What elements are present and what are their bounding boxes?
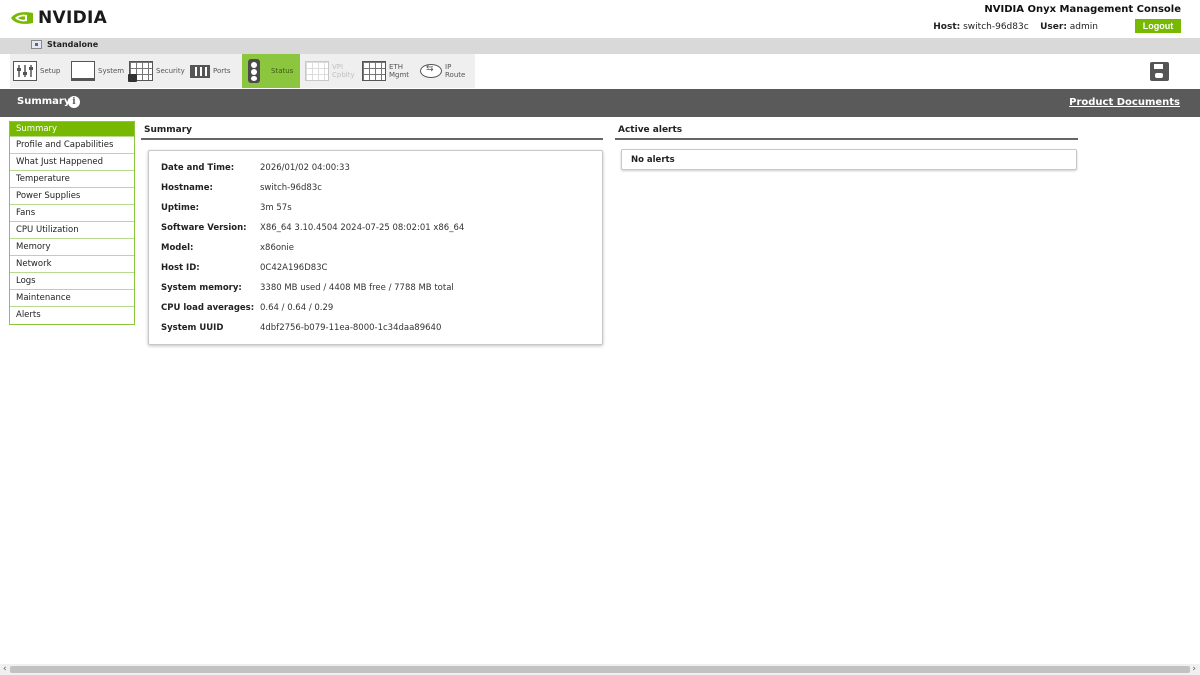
brand-name: NVIDIA [38, 8, 108, 28]
row-key: Date and Time: [161, 163, 235, 173]
row-value: 0C42A196D83C [260, 263, 328, 273]
security-icon [128, 61, 153, 82]
row-key: Hostname: [161, 183, 213, 193]
row-value: switch-96d83c [260, 183, 322, 193]
scroll-right-icon[interactable]: › [1192, 664, 1196, 675]
ports-icon [190, 64, 210, 78]
eth-mgmt-icon [362, 61, 386, 81]
scrollbar-thumb[interactable] [10, 666, 1190, 673]
mode-label: Standalone [47, 40, 99, 49]
tab-status[interactable]: Status [242, 54, 300, 88]
row-value: x86onie [260, 243, 295, 253]
save-icon[interactable] [1150, 62, 1169, 81]
tab-vpi-capability[interactable]: VPI Cpblty [305, 54, 355, 88]
main-toolbar: Setup System Security Ports Status VPI C… [0, 54, 1200, 88]
tab-label: Security [156, 67, 185, 75]
host-label: Host: [933, 22, 961, 32]
row-value: 3m 57s [260, 203, 292, 213]
mode-strip: Standalone [0, 38, 1200, 54]
sidebar-item-network[interactable]: Network [10, 256, 134, 273]
row-value: 0.64 / 0.64 / 0.29 [260, 303, 334, 313]
sidebar-item-temperature[interactable]: Temperature [10, 171, 134, 188]
system-icon [71, 61, 95, 81]
row-value: 4dbf2756-b079-11ea-8000-1c34daa89640 [260, 323, 442, 333]
product-documents-link[interactable]: Product Documents [1069, 97, 1180, 108]
row-key: CPU load averages: [161, 303, 255, 313]
tab-ip-route[interactable]: IP Route [420, 54, 465, 88]
user-value: admin [1069, 22, 1098, 32]
vpi-icon [305, 61, 329, 81]
tab-eth-mgmt[interactable]: ETH Mgmt [362, 54, 409, 88]
scroll-left-icon[interactable]: ‹ [3, 664, 7, 675]
sidebar-item-profile-and-capabilities[interactable]: Profile and Capabilities [10, 137, 134, 154]
row-value: 3380 MB used / 4408 MB free / 7788 MB to… [260, 283, 454, 293]
traffic-light-icon [248, 59, 260, 83]
tab-label: Ports [213, 67, 231, 75]
row-key: Model: [161, 243, 194, 253]
sidebar-item-logs[interactable]: Logs [10, 273, 134, 290]
sidebar-item-cpu-utilization[interactable]: CPU Utilization [10, 222, 134, 239]
tab-system[interactable]: System [71, 54, 124, 88]
alerts-card: No alerts [621, 149, 1077, 170]
sidebar-item-summary[interactable]: Summary [10, 122, 134, 137]
info-icon[interactable]: i [68, 96, 80, 108]
alerts-divider [615, 138, 1078, 140]
row-key: Host ID: [161, 263, 200, 273]
row-key: System memory: [161, 283, 242, 293]
setup-icon [13, 61, 37, 81]
tab-label: ETH Mgmt [389, 63, 410, 79]
sidebar-item-fans[interactable]: Fans [10, 205, 134, 222]
sidebar-item-maintenance[interactable]: Maintenance [10, 290, 134, 307]
tab-setup[interactable]: Setup [13, 54, 60, 88]
alerts-heading: Active alerts [618, 125, 683, 135]
summary-card: Date and Time: 2026/01/02 04:00:33 Hostn… [148, 150, 603, 345]
section-header: Summary i Product Documents [0, 89, 1200, 117]
user-label: User: [1040, 22, 1067, 32]
tab-label: System [98, 67, 125, 75]
tab-security[interactable]: Security [128, 54, 185, 88]
section-title: Summary [17, 96, 71, 107]
tab-label: IP Route [445, 63, 466, 79]
summary-divider [141, 138, 603, 140]
switch-icon [31, 40, 42, 49]
row-key: Uptime: [161, 203, 199, 213]
tab-label: Status [271, 67, 294, 75]
tab-label: Setup [40, 67, 61, 75]
logout-button[interactable]: Logout [1135, 19, 1181, 33]
host-value: switch-96d83c [963, 22, 1029, 32]
nvidia-logo[interactable]: NVIDIA [10, 8, 107, 28]
app-header: NVIDIA NVIDIA Onyx Management Console Ho… [0, 0, 1200, 38]
row-key: Software Version: [161, 223, 247, 233]
standalone-mode-button[interactable]: Standalone [31, 40, 98, 49]
tab-ports[interactable]: Ports [190, 54, 231, 88]
no-alerts-text: No alerts [631, 155, 675, 165]
tab-label: VPI Cpblty [332, 63, 355, 79]
row-key: System UUID [161, 323, 224, 333]
status-sidebar-menu: Summary Profile and Capabilities What Ju… [9, 121, 135, 325]
host-user-info: Host: switch-96d83c User: admin [933, 22, 1098, 32]
row-value: 2026/01/02 04:00:33 [260, 163, 350, 173]
horizontal-scrollbar[interactable]: ‹ › [0, 664, 1200, 675]
toolbar-tabs: Setup System Security Ports Status VPI C… [10, 54, 475, 88]
sidebar-item-memory[interactable]: Memory [10, 239, 134, 256]
summary-heading: Summary [144, 125, 193, 135]
row-value: X86_64 3.10.4504 2024-07-25 08:02:01 x86… [260, 223, 465, 233]
sidebar-item-power-supplies[interactable]: Power Supplies [10, 188, 134, 205]
router-icon [420, 64, 442, 78]
nvidia-eye-icon [11, 12, 33, 24]
console-title: NVIDIA Onyx Management Console [984, 4, 1181, 15]
sidebar-item-what-just-happened[interactable]: What Just Happened [10, 154, 134, 171]
sidebar-item-alerts[interactable]: Alerts [10, 307, 134, 324]
